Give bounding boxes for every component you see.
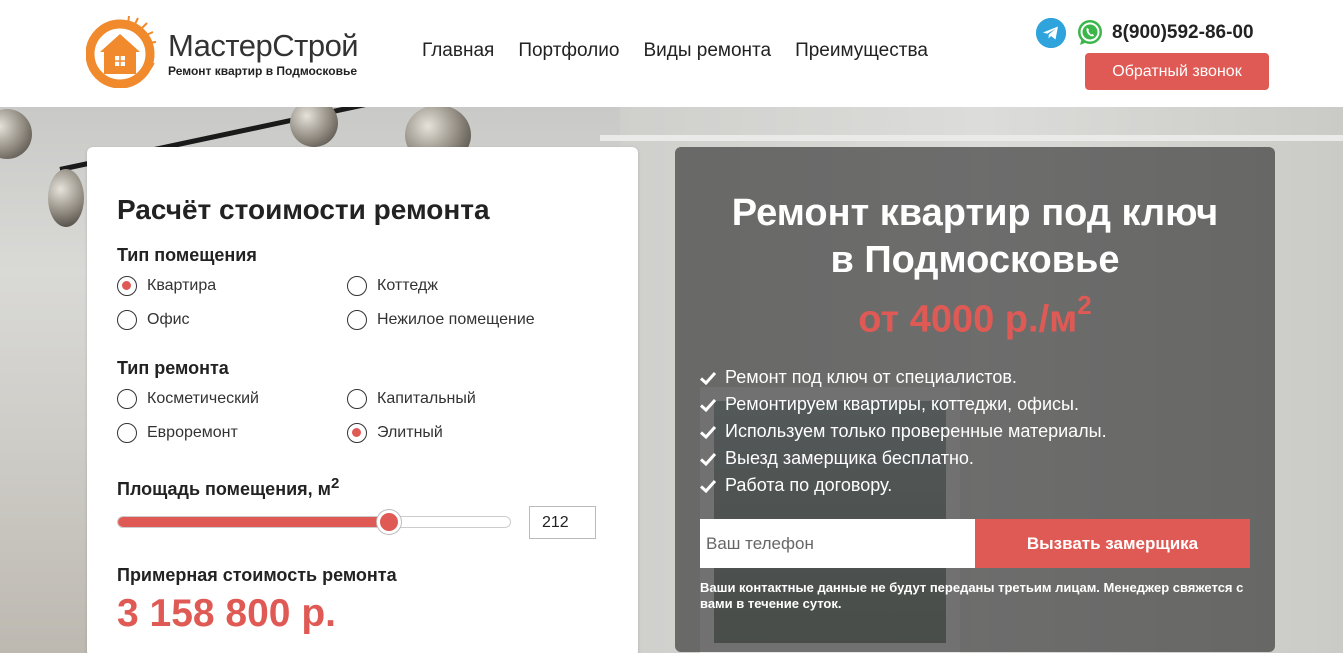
benefit-text: Используем только проверенные материалы. [725, 421, 1107, 441]
benefit-text: Выезд замерщика бесплатно. [725, 448, 974, 468]
radio-repair-elite[interactable]: Элитный [347, 423, 443, 443]
radio-button[interactable] [117, 423, 137, 443]
radio-label: Квартира [147, 277, 217, 294]
benefit-text: Работа по договору. [725, 475, 893, 495]
approx-cost-value: 3 158 800 р. [117, 592, 336, 635]
offer-price-superscript: 2 [1077, 290, 1092, 320]
benefit-item: Ремонт под ключ от специалистов. [699, 364, 1107, 391]
radio-button[interactable] [117, 276, 137, 296]
area-slider-fill [118, 517, 389, 527]
benefit-text: Ремонт под ключ от специалистов. [725, 367, 1017, 387]
offer-price-text: от 4000 р./м [858, 298, 1078, 341]
room-type-label: Тип помещения [117, 245, 257, 265]
offer-panel: Ремонт квартир под ключ в Подмосковье от… [675, 147, 1275, 652]
radio-button[interactable] [117, 310, 137, 330]
check-icon [699, 479, 717, 493]
benefits-list: Ремонт под ключ от специалистов. Ремонти… [699, 364, 1107, 499]
check-icon [699, 452, 717, 466]
approx-cost-label: Примерная стоимость ремонта [117, 565, 397, 585]
ceiling-molding [600, 135, 1343, 141]
radio-label: Капитальный [377, 390, 476, 407]
offer-title-line1: Ремонт квартир под ключ [731, 192, 1219, 234]
area-label-text: Площадь помещения, м [117, 479, 331, 499]
check-icon [699, 371, 717, 385]
radio-button[interactable] [347, 310, 367, 330]
radio-room-nonresidential[interactable]: Нежилое помещение [347, 310, 535, 330]
radio-label: Евроремонт [147, 424, 238, 441]
radio-room-office[interactable]: Офис [117, 310, 190, 330]
header-phone[interactable]: 8(900)592-86-00 [1112, 22, 1254, 44]
chandelier-bulb [48, 169, 84, 227]
offer-price: от 4000 р./м2 [675, 290, 1275, 342]
brand-name: МастерСтрой [168, 28, 359, 63]
radio-button[interactable] [347, 423, 367, 443]
chandelier-bulb [0, 109, 32, 159]
header-contacts: 8(900)592-86-00 [1036, 18, 1276, 48]
offer-title: Ремонт квартир под ключ в Подмосковье [675, 190, 1275, 284]
benefit-item: Используем только проверенные материалы. [699, 418, 1107, 445]
whatsapp-icon[interactable] [1075, 18, 1105, 48]
radio-label: Нежилое помещение [377, 311, 535, 328]
callback-button[interactable]: Обратный звонок [1085, 53, 1269, 90]
chandelier-bulb [290, 107, 338, 147]
radio-repair-euro[interactable]: Евроремонт [117, 423, 238, 443]
radio-label: Элитный [377, 424, 443, 441]
call-measurer-button[interactable]: Вызвать замерщика [975, 519, 1250, 568]
area-slider[interactable] [117, 516, 511, 528]
area-slider-handle[interactable] [376, 510, 401, 534]
radio-repair-cosmetic[interactable]: Косметический [117, 389, 259, 409]
nav-item-advantages[interactable]: Преимущества [795, 40, 928, 62]
cost-calculator: Расчёт стоимости ремонта Тип помещения К… [87, 147, 638, 653]
radio-room-cottage[interactable]: Коттедж [347, 276, 438, 296]
radio-label: Косметический [147, 390, 259, 407]
radio-button[interactable] [347, 389, 367, 409]
brand-tagline: Ремонт квартир в Подмосковье [168, 64, 358, 78]
telegram-icon[interactable] [1036, 18, 1066, 48]
privacy-disclaimer: Ваши контактные данные не будут переданы… [700, 580, 1244, 611]
area-input[interactable] [529, 506, 596, 539]
nav-item-repair-types[interactable]: Виды ремонта [643, 40, 771, 62]
phone-input[interactable] [700, 519, 975, 568]
radio-room-apartment[interactable]: Квартира [117, 276, 216, 296]
radio-label: Офис [147, 311, 190, 328]
nav-item-portfolio[interactable]: Портфолио [518, 40, 619, 62]
offer-title-line2: в Подмосковье [830, 239, 1120, 281]
benefit-text: Ремонтируем квартиры, коттеджи, офисы. [725, 394, 1079, 414]
benefit-item: Ремонтируем квартиры, коттеджи, офисы. [699, 391, 1107, 418]
radio-label: Коттедж [377, 277, 438, 294]
main-nav: Главная Портфолио Виды ремонта Преимущес… [422, 40, 928, 62]
radio-button[interactable] [347, 276, 367, 296]
radio-repair-capital[interactable]: Капитальный [347, 389, 476, 409]
benefit-item: Работа по договору. [699, 472, 1107, 499]
repair-type-label: Тип ремонта [117, 358, 229, 378]
area-label: Площадь помещения, м2 [117, 475, 339, 500]
calculator-title: Расчёт стоимости ремонта [117, 194, 490, 225]
check-icon [699, 398, 717, 412]
benefit-item: Выезд замерщика бесплатно. [699, 445, 1107, 472]
site-header: МастерСтрой Ремонт квартир в Подмосковье… [0, 0, 1343, 107]
area-unit-superscript: 2 [330, 475, 340, 492]
house-logo-icon [86, 16, 157, 88]
check-icon [699, 425, 717, 439]
nav-item-home[interactable]: Главная [422, 40, 494, 62]
logo[interactable]: МастерСтрой Ремонт квартир в Подмосковье [86, 16, 376, 88]
radio-button[interactable] [117, 389, 137, 409]
